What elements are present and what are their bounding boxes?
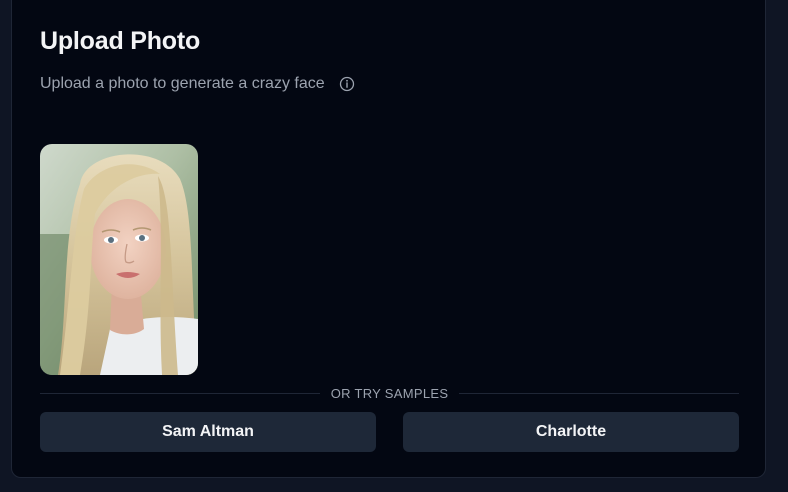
subtitle-text: Upload a photo to generate a crazy face bbox=[40, 75, 325, 92]
upload-card: Upload Photo Upload a photo to generate … bbox=[11, 0, 766, 478]
uploaded-photo-thumbnail[interactable] bbox=[40, 144, 198, 375]
portrait-image bbox=[40, 144, 198, 375]
sample-button-sam-altman[interactable]: Sam Altman bbox=[40, 412, 376, 452]
divider-line-left bbox=[40, 393, 320, 394]
info-icon[interactable] bbox=[339, 76, 355, 92]
subtitle-row: Upload a photo to generate a crazy face bbox=[40, 75, 355, 93]
page-title: Upload Photo bbox=[40, 27, 201, 55]
divider-line-right bbox=[459, 393, 740, 394]
samples-divider-label: OR TRY SAMPLES bbox=[330, 386, 449, 401]
samples-divider: OR TRY SAMPLES bbox=[40, 386, 740, 401]
sample-buttons: Sam Altman Charlotte bbox=[40, 412, 739, 452]
sample-button-charlotte[interactable]: Charlotte bbox=[403, 412, 739, 452]
